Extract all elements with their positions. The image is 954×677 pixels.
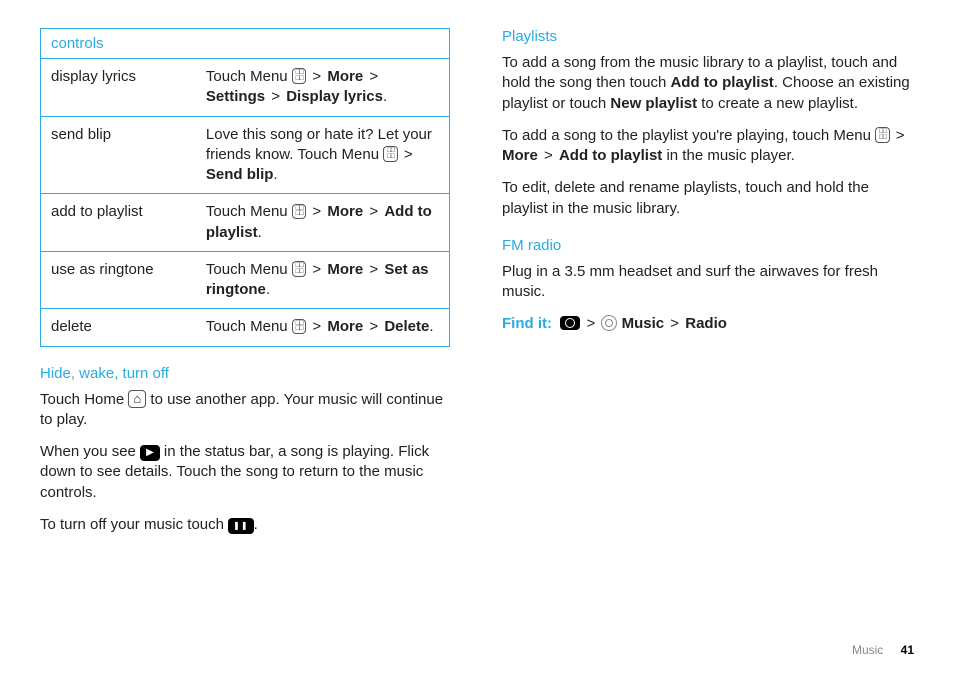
text: To turn off your music touch <box>40 516 228 533</box>
hide-p2: When you see in the status bar, a song i… <box>40 442 450 503</box>
table-row: deleteTouch Menu > More > Delete. <box>41 309 450 346</box>
table-header: controls <box>41 29 450 59</box>
section-fm-title: FM radio <box>502 237 912 254</box>
table-row: use as ringtoneTouch Menu > More > Set a… <box>41 251 450 309</box>
text: Touch Home <box>40 391 128 408</box>
control-name: use as ringtone <box>41 251 196 309</box>
bold-text: Radio <box>685 315 727 332</box>
control-instruction: Touch Menu > More > Delete. <box>196 309 450 346</box>
footer-page-number: 41 <box>901 643 914 657</box>
chevron: > <box>544 147 553 164</box>
menu-icon <box>292 319 306 335</box>
chevron: > <box>587 315 596 332</box>
table-row: add to playlistTouch Menu > More > Add t… <box>41 194 450 252</box>
fm-findit: Find it: > Music > Radio <box>502 314 912 334</box>
footer-section: Music <box>852 643 883 657</box>
chevron: > <box>896 127 905 144</box>
control-name: display lyrics <box>41 59 196 117</box>
text: . <box>254 516 258 533</box>
table-row: send blipLove this song or hate it? Let … <box>41 116 450 194</box>
text: To add a song to the playlist you're pla… <box>502 127 875 144</box>
section-playlists-title: Playlists <box>502 28 912 45</box>
control-instruction: Love this song or hate it? Let your frie… <box>196 116 450 194</box>
bold-text: Add to playlist <box>670 74 773 91</box>
control-name: send blip <box>41 116 196 194</box>
section-hide-title: Hide, wake, turn off <box>40 365 450 382</box>
control-instruction: Touch Menu > More > Set as ringtone. <box>196 251 450 309</box>
hide-p3: To turn off your music touch . <box>40 515 450 535</box>
text: to create a new playlist. <box>697 95 858 112</box>
pause-icon <box>228 518 253 534</box>
menu-icon <box>292 204 306 220</box>
control-name: add to playlist <box>41 194 196 252</box>
bold-text: Add to playlist <box>559 147 662 164</box>
hide-p1: Touch Home to use another app. Your musi… <box>40 390 450 431</box>
text: in the music player. <box>662 147 795 164</box>
playlists-p2: To add a song to the playlist you're pla… <box>502 126 912 167</box>
controls-table: controls display lyricsTouch Menu > More… <box>40 28 450 347</box>
menu-icon <box>292 261 306 277</box>
menu-icon <box>875 127 889 143</box>
find-it-label: Find it: <box>502 315 552 332</box>
bold-text: More <box>502 147 538 164</box>
table-row: display lyricsTouch Menu > More > Settin… <box>41 59 450 117</box>
left-column: controls display lyricsTouch Menu > More… <box>40 28 450 547</box>
chevron: > <box>670 315 679 332</box>
text: When you see <box>40 443 140 460</box>
bold-text: Music <box>622 315 665 332</box>
playlists-p1: To add a song from the music library to … <box>502 53 912 114</box>
menu-icon <box>383 146 397 162</box>
page-footer: Music 41 <box>852 643 914 657</box>
playlists-p3: To edit, delete and rename playlists, to… <box>502 178 912 219</box>
fm-p1: Plug in a 3.5 mm headset and surf the ai… <box>502 262 912 303</box>
launcher-icon <box>560 316 580 330</box>
home-icon <box>128 390 146 408</box>
menu-icon <box>292 68 306 84</box>
control-instruction: Touch Menu > More > Add to playlist. <box>196 194 450 252</box>
play-icon <box>140 445 160 461</box>
right-column: Playlists To add a song from the music l… <box>502 28 912 547</box>
control-instruction: Touch Menu > More > Settings > Display l… <box>196 59 450 117</box>
control-name: delete <box>41 309 196 346</box>
bold-text: New playlist <box>610 95 697 112</box>
app-ring-icon <box>601 315 617 331</box>
